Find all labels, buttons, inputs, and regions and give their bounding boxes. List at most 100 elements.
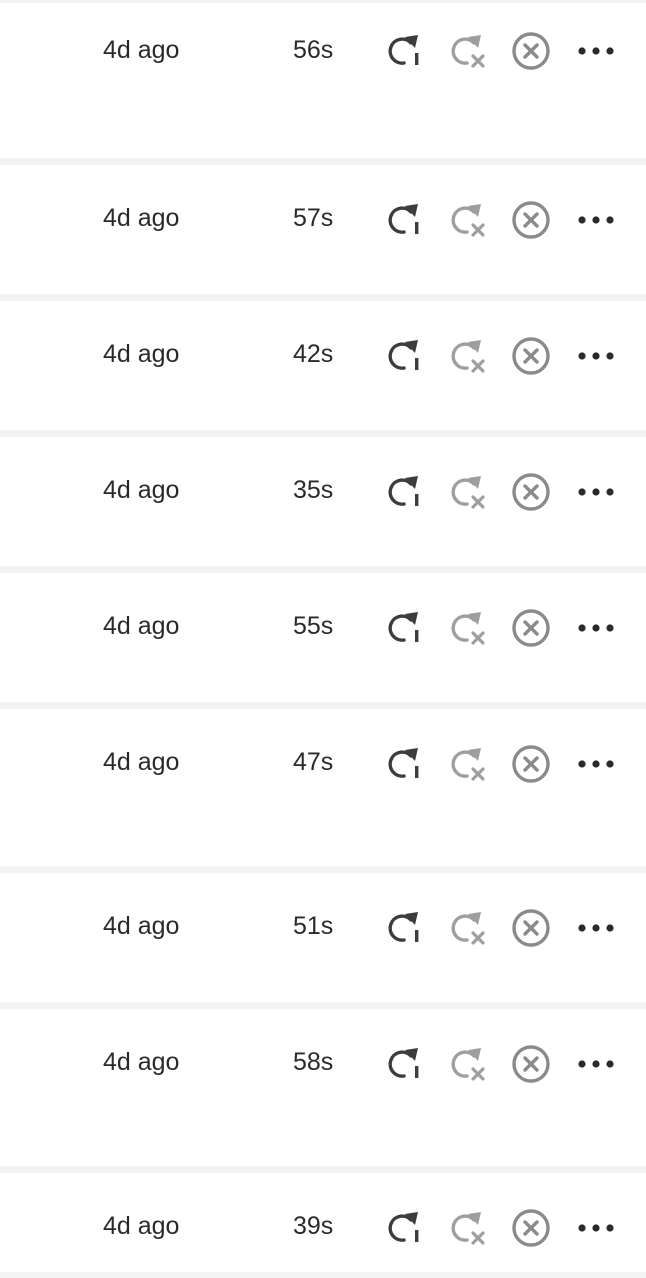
more-options-icon xyxy=(576,200,616,240)
run-time: 4d ago xyxy=(103,36,180,64)
cancel-button[interactable] xyxy=(511,336,551,376)
more-options-icon xyxy=(576,744,616,784)
rerun-failed-button[interactable] xyxy=(447,908,487,948)
rerun-failed-button[interactable] xyxy=(447,608,487,648)
run-row: 4d ago 39s xyxy=(0,1166,646,1278)
run-row: 4d ago 35s xyxy=(0,430,646,571)
rerun-failed-icon xyxy=(447,336,487,376)
cancel-icon xyxy=(511,1208,551,1248)
cancel-button[interactable] xyxy=(511,31,551,71)
rerun-icon xyxy=(384,608,424,648)
rerun-button[interactable] xyxy=(384,1044,424,1084)
more-options-icon xyxy=(576,31,616,71)
more-options-button[interactable] xyxy=(576,472,616,512)
run-row: 4d ago 57s xyxy=(0,158,646,299)
cancel-button[interactable] xyxy=(511,744,551,784)
rerun-failed-button[interactable] xyxy=(447,200,487,240)
run-time: 4d ago xyxy=(103,748,180,776)
run-duration: 58s xyxy=(293,1048,334,1076)
run-row: 4d ago 51s xyxy=(0,866,646,1007)
rerun-icon xyxy=(384,1044,424,1084)
more-options-icon xyxy=(576,1208,616,1248)
run-duration: 51s xyxy=(293,912,334,940)
rerun-failed-button[interactable] xyxy=(447,31,487,71)
more-options-button[interactable] xyxy=(576,1044,616,1084)
rerun-failed-icon xyxy=(447,908,487,948)
run-time: 4d ago xyxy=(103,612,180,640)
run-row: 4d ago 56s xyxy=(0,0,646,162)
cancel-icon xyxy=(511,908,551,948)
run-time: 4d ago xyxy=(103,204,180,232)
more-options-button[interactable] xyxy=(576,336,616,376)
rerun-icon xyxy=(384,200,424,240)
cancel-icon xyxy=(511,608,551,648)
cancel-button[interactable] xyxy=(511,608,551,648)
run-row: 4d ago 55s xyxy=(0,566,646,707)
run-duration: 56s xyxy=(293,36,334,64)
rerun-icon xyxy=(384,908,424,948)
rerun-failed-icon xyxy=(447,200,487,240)
cancel-button[interactable] xyxy=(511,472,551,512)
cancel-button[interactable] xyxy=(511,908,551,948)
more-options-button[interactable] xyxy=(576,908,616,948)
cancel-button[interactable] xyxy=(511,200,551,240)
runs-list: 4d ago 56s 4d ago 57s 4d ago 42s 4d ago … xyxy=(0,0,646,1278)
cancel-icon xyxy=(511,472,551,512)
rerun-button[interactable] xyxy=(384,31,424,71)
rerun-failed-button[interactable] xyxy=(447,472,487,512)
rerun-button[interactable] xyxy=(384,200,424,240)
more-options-icon xyxy=(576,608,616,648)
rerun-button[interactable] xyxy=(384,908,424,948)
more-options-button[interactable] xyxy=(576,31,616,71)
rerun-icon xyxy=(384,336,424,376)
rerun-failed-button[interactable] xyxy=(447,1044,487,1084)
run-time: 4d ago xyxy=(103,1212,180,1240)
run-duration: 57s xyxy=(293,204,334,232)
more-options-icon xyxy=(576,1044,616,1084)
rerun-button[interactable] xyxy=(384,608,424,648)
rerun-icon xyxy=(384,1208,424,1248)
more-options-icon xyxy=(576,336,616,376)
run-row: 4d ago 42s xyxy=(0,294,646,435)
run-time: 4d ago xyxy=(103,340,180,368)
rerun-button[interactable] xyxy=(384,472,424,512)
run-duration: 39s xyxy=(293,1212,334,1240)
rerun-failed-icon xyxy=(447,1044,487,1084)
rerun-failed-icon xyxy=(447,1208,487,1248)
more-options-icon xyxy=(576,908,616,948)
run-time: 4d ago xyxy=(103,476,180,504)
rerun-icon xyxy=(384,31,424,71)
more-options-icon xyxy=(576,472,616,512)
cancel-icon xyxy=(511,31,551,71)
rerun-button[interactable] xyxy=(384,336,424,376)
run-duration: 47s xyxy=(293,748,334,776)
cancel-icon xyxy=(511,744,551,784)
run-row: 4d ago 58s xyxy=(0,1002,646,1173)
more-options-button[interactable] xyxy=(576,608,616,648)
cancel-icon xyxy=(511,200,551,240)
rerun-failed-icon xyxy=(447,31,487,71)
rerun-icon xyxy=(384,472,424,512)
rerun-failed-icon xyxy=(447,608,487,648)
run-duration: 55s xyxy=(293,612,334,640)
run-time: 4d ago xyxy=(103,1048,180,1076)
rerun-button[interactable] xyxy=(384,744,424,784)
rerun-failed-icon xyxy=(447,472,487,512)
rerun-icon xyxy=(384,744,424,784)
cancel-icon xyxy=(511,336,551,376)
cancel-button[interactable] xyxy=(511,1044,551,1084)
more-options-button[interactable] xyxy=(576,744,616,784)
run-duration: 35s xyxy=(293,476,334,504)
cancel-icon xyxy=(511,1044,551,1084)
run-row: 4d ago 47s xyxy=(0,702,646,873)
cancel-button[interactable] xyxy=(511,1208,551,1248)
run-duration: 42s xyxy=(293,340,334,368)
rerun-button[interactable] xyxy=(384,1208,424,1248)
rerun-failed-icon xyxy=(447,744,487,784)
rerun-failed-button[interactable] xyxy=(447,744,487,784)
run-time: 4d ago xyxy=(103,912,180,940)
more-options-button[interactable] xyxy=(576,200,616,240)
rerun-failed-button[interactable] xyxy=(447,1208,487,1248)
rerun-failed-button[interactable] xyxy=(447,336,487,376)
more-options-button[interactable] xyxy=(576,1208,616,1248)
